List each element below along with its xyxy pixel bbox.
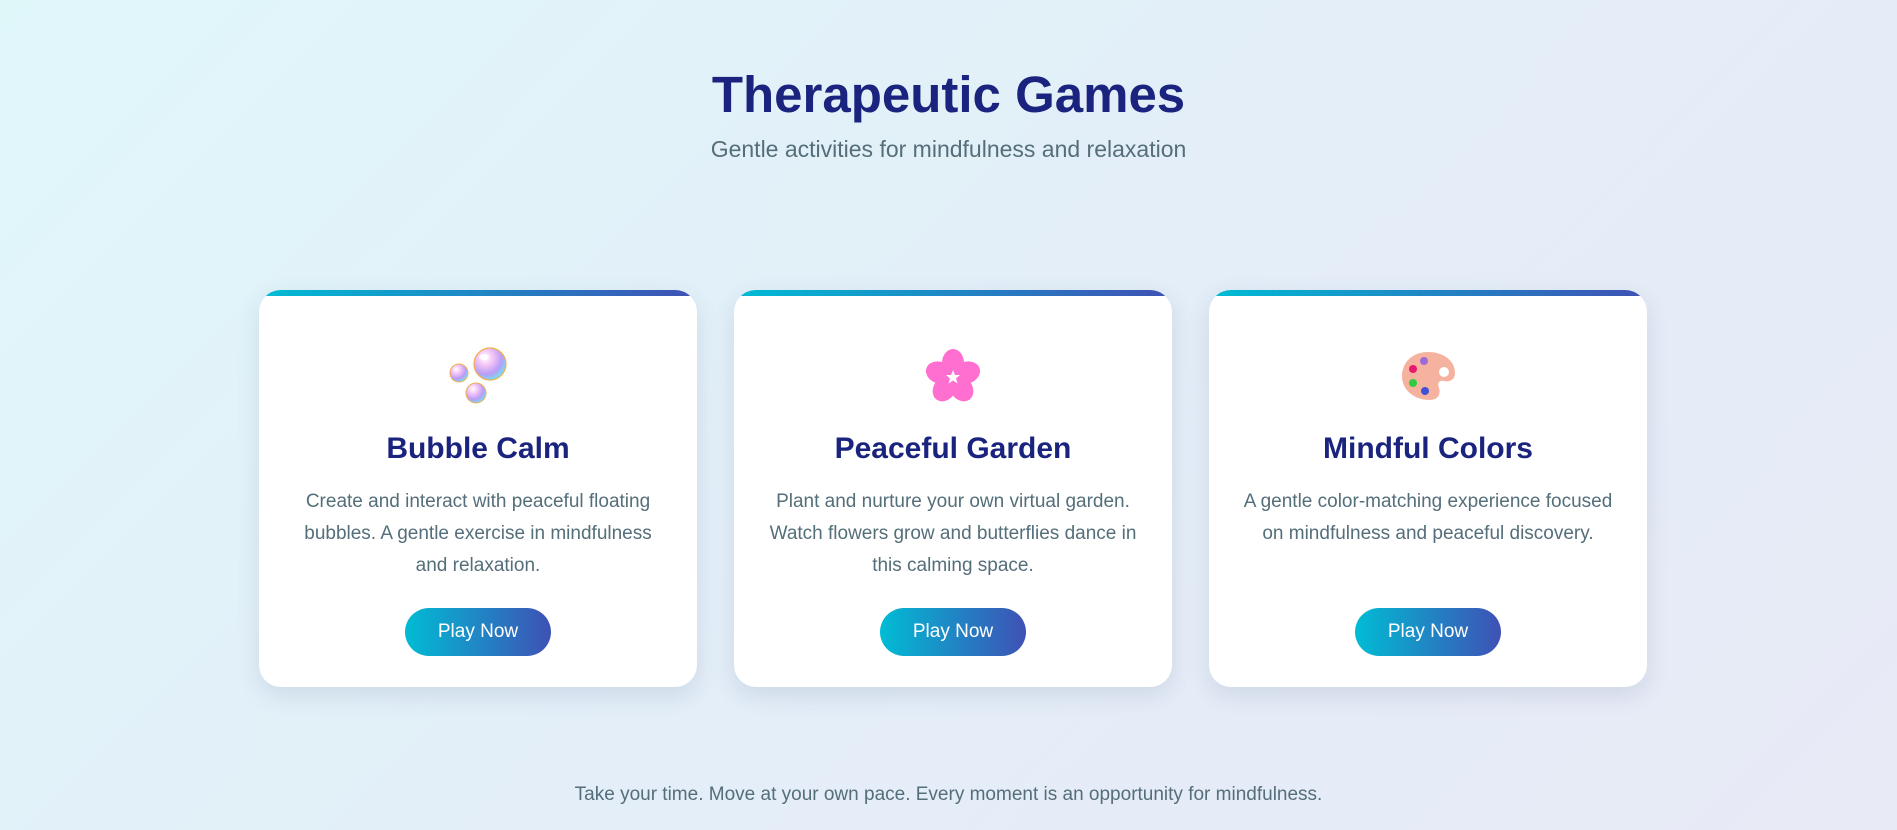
cherry-blossom-icon [923,346,983,406]
page-header: Therapeutic Games Gentle activities for … [0,62,1897,164]
card-title: Peaceful Garden [834,432,1072,465]
card-title: Bubble Calm [386,432,570,465]
page-subtitle: Gentle activities for mindfulness and re… [710,136,1187,162]
card-description: A gentle color-matching experience focus… [1243,491,1613,544]
footer-note: Take your time. Move at your own pace. E… [574,784,1323,805]
play-now-button[interactable]: Play Now [1355,608,1501,656]
card-accent-bar [734,290,1172,296]
page-title: Therapeutic Games [711,66,1186,123]
games-grid: Bubble Calm Create and interact with pea… [259,290,1647,687]
game-card-bubble-calm: Bubble Calm Create and interact with pea… [259,290,697,687]
card-accent-bar [259,290,697,296]
card-accent-bar [1209,290,1647,296]
game-card-mindful-colors: Mindful Colors A gentle color-matching e… [1209,290,1647,687]
card-description: Create and interact with peaceful floati… [304,491,652,576]
play-now-button[interactable]: Play Now [405,608,551,656]
game-card-peaceful-garden: Peaceful Garden Plant and nurture your o… [734,290,1172,687]
bubbles-icon [448,346,508,406]
card-title: Mindful Colors [1323,432,1533,465]
play-now-button[interactable]: Play Now [880,608,1026,656]
artist-palette-icon [1398,346,1458,406]
card-description: Plant and nurture your own virtual garde… [769,491,1137,576]
